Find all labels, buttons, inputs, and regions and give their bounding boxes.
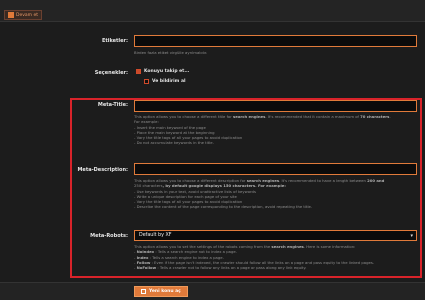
continue-button[interactable]: Devam et: [4, 10, 43, 20]
email-notify-option[interactable]: Ve bildirim al: [144, 79, 186, 84]
watch-thread-label: Konuyu takip et...: [144, 69, 190, 74]
hint-line: This option allows you to choose a diffe…: [134, 114, 391, 119]
tags-label: Etiketler:: [101, 38, 128, 44]
email-notify-label: Ve bildirim al: [152, 79, 186, 84]
watch-thread-checkbox[interactable]: [136, 69, 141, 74]
tags-input[interactable]: [134, 35, 417, 47]
meta-description-label: Meta-Description:: [77, 167, 128, 173]
meta-title-label: Meta-Title:: [97, 102, 128, 108]
meta-description-input[interactable]: [134, 163, 417, 175]
meta-title-hint: This option allows you to choose a diffe…: [134, 114, 419, 146]
continue-button-label: Devam et: [16, 12, 39, 18]
reply-icon: [8, 12, 14, 18]
meta-robots-hint: This option allows you to set the settin…: [134, 244, 419, 270]
create-thread-button[interactable]: Yeni konu aç: [134, 286, 188, 297]
watch-thread-option[interactable]: Konuyu takip et...: [136, 69, 189, 74]
top-bar: Devam et: [0, 0, 425, 22]
meta-robots-select[interactable]: Default by XF ▾: [134, 230, 417, 241]
options-label: Seçenekler:: [94, 70, 128, 76]
tags-hint: Birden fazla etiket virgülle ayrılmalıdı…: [134, 50, 208, 55]
chevron-down-icon: ▾: [410, 233, 413, 239]
meta-title-input[interactable]: [134, 100, 417, 112]
meta-robots-label: Meta-Robots:: [90, 233, 128, 239]
compose-icon: [141, 289, 146, 294]
email-notify-checkbox[interactable]: [144, 79, 149, 84]
create-thread-label: Yeni konu aç: [149, 289, 181, 294]
hint-line: - Do not accumulate keywords in the titl…: [134, 140, 214, 146]
meta-robots-selected: Default by XF: [139, 233, 172, 238]
hint-line: - Describe the content of the page corre…: [134, 204, 313, 210]
form-footer: Yeni konu aç: [0, 282, 425, 300]
meta-description-hint: This option allows you to choose a diffe…: [134, 178, 419, 210]
hint-line: - NoFollow : Tells a crawler not to foll…: [134, 265, 307, 271]
